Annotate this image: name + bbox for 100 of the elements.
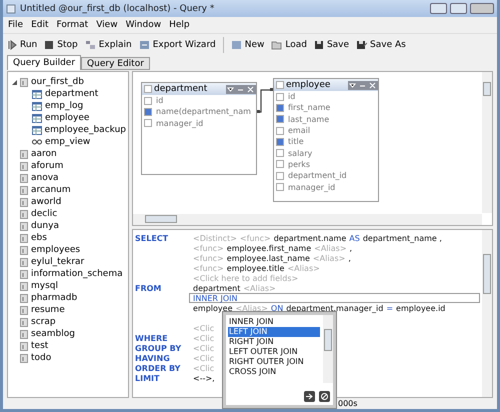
dropdown-option[interactable]: RIGHT OUTER JOIN (228, 357, 320, 367)
tree-item[interactable]: emp_view (45, 137, 90, 147)
toolbar-button[interactable]: Save (314, 40, 350, 50)
window-controls-icon[interactable] (348, 80, 378, 90)
tree-item[interactable]: aforum (31, 161, 64, 171)
tree-item[interactable]: mysql (31, 281, 58, 291)
checkbox[interactable] (144, 96, 152, 105)
window-controls-icon[interactable] (226, 84, 256, 94)
checkbox[interactable] (276, 81, 284, 89)
tree-item[interactable]: arcanum (31, 185, 71, 195)
table-icon (32, 114, 42, 122)
dropdown-option[interactable]: LEFT JOIN (228, 327, 320, 337)
toolbar-button[interactable]: Load (271, 40, 307, 50)
tree-item[interactable]: test (31, 341, 48, 351)
table-card[interactable]: department id name(department_nam manager_id (141, 82, 257, 175)
close-button[interactable] (470, 3, 494, 14)
tree-item[interactable]: employee (45, 113, 90, 123)
toolbar-button[interactable]: Export Wizard (138, 40, 216, 50)
sql-keyword: ON (270, 304, 284, 312)
arrow-right-icon[interactable] (304, 391, 315, 402)
vertical-scrollbar[interactable] (482, 72, 492, 213)
database-icon (20, 186, 28, 194)
database-icon (20, 294, 28, 302)
tab[interactable]: Query Builder (7, 55, 82, 70)
menu-item[interactable]: Edit (31, 20, 48, 30)
tree-item[interactable]: our_first_db (31, 77, 84, 87)
window-title: Untitled @our_first_db (localhost) - Query * (20, 4, 214, 14)
join-type-field[interactable]: INNER JOIN (189, 293, 480, 303)
sql-text: employee.first_name (226, 244, 312, 252)
glasses-icon (32, 139, 42, 145)
menu-item[interactable]: Window (126, 20, 162, 30)
database-icon (20, 78, 28, 86)
database-icon (20, 234, 28, 242)
checkbox[interactable] (276, 138, 284, 146)
toolbar-button[interactable]: New (230, 40, 264, 50)
checkbox[interactable] (276, 160, 284, 168)
dropdown-option[interactable]: RIGHT JOIN (228, 337, 320, 347)
tree-item[interactable]: resume (31, 305, 65, 315)
sql-clause: HAVING (135, 354, 171, 362)
sql-keyword: AS (349, 234, 360, 242)
toolbar-button[interactable]: Run (7, 40, 38, 50)
menu-item[interactable]: Format (56, 20, 88, 30)
tree-item[interactable]: seamblog (31, 329, 75, 339)
tree-item[interactable]: anova (31, 173, 59, 183)
database-icon (20, 150, 28, 158)
tree-item[interactable]: scrap (31, 317, 56, 327)
field-name: name(department_nam (156, 107, 251, 116)
sql-text: <-->, (193, 374, 215, 382)
field-name: perks (288, 160, 310, 169)
checkbox[interactable] (276, 172, 284, 180)
tree-item[interactable]: eylul_tekrar (31, 257, 84, 267)
tree-item[interactable]: todo (31, 353, 52, 363)
checkbox[interactable] (144, 85, 152, 93)
tree-item[interactable]: department (45, 89, 98, 99)
sql-clause: GROUP BY (135, 344, 182, 352)
menu-item[interactable]: Help (169, 20, 190, 30)
checkbox[interactable] (144, 108, 152, 116)
tree-item[interactable]: employees (31, 245, 80, 255)
play-icon (7, 40, 17, 50)
menu-item[interactable]: File (8, 20, 24, 30)
tree-item[interactable]: aworld (31, 197, 62, 207)
checkbox[interactable] (276, 92, 284, 101)
tree-item[interactable]: aaron (31, 149, 57, 159)
toolbar-button[interactable]: Save As (356, 40, 406, 50)
sql-clause: LIMIT (135, 374, 160, 382)
connector-line (257, 88, 273, 114)
maximize-button[interactable] (450, 3, 467, 14)
checkbox[interactable] (276, 149, 284, 158)
cancel-icon[interactable] (319, 391, 330, 402)
tree-item[interactable]: employee_backup (44, 125, 126, 135)
field-name: title (288, 137, 304, 146)
tab[interactable]: Query Editor (81, 57, 150, 70)
tree-item[interactable]: information_schema (31, 269, 123, 279)
dropdown-option[interactable]: LEFT OUTER JOIN (228, 347, 320, 357)
checkbox[interactable] (276, 183, 284, 192)
vertical-scrollbar[interactable] (323, 315, 333, 383)
sql-text: employee.id (396, 304, 446, 312)
tree-item[interactable]: ebs (31, 233, 47, 243)
checkbox[interactable] (276, 115, 284, 124)
toolbar-button[interactable]: Explain (84, 40, 132, 50)
table-card[interactable]: employee id first_name last_name email title salary perks department_id manager_id (273, 78, 379, 202)
tree-item[interactable]: emp_log (45, 101, 84, 111)
sql-text: department.name (274, 234, 346, 242)
tree-item[interactable]: pharmadb (31, 293, 78, 303)
toolbar-button[interactable]: Stop (44, 40, 78, 50)
vertical-scrollbar[interactable] (482, 230, 492, 397)
horizontal-scrollbar[interactable] (133, 214, 482, 225)
tree-item[interactable]: declic (31, 209, 58, 219)
database-icon (20, 222, 28, 230)
checkbox[interactable] (276, 104, 284, 112)
checkbox[interactable] (276, 126, 284, 135)
tree-item[interactable]: dunya (31, 221, 59, 231)
field-name: id (288, 92, 296, 102)
dropdown-option[interactable]: INNER JOIN (228, 317, 320, 327)
table-icon (32, 126, 42, 134)
menu-item[interactable]: View (96, 20, 118, 30)
expanded-arrow-icon[interactable] (12, 80, 17, 84)
checkbox[interactable] (144, 119, 152, 128)
dropdown-option[interactable]: CROSS JOIN (228, 367, 320, 377)
minimize-button[interactable] (430, 3, 447, 14)
